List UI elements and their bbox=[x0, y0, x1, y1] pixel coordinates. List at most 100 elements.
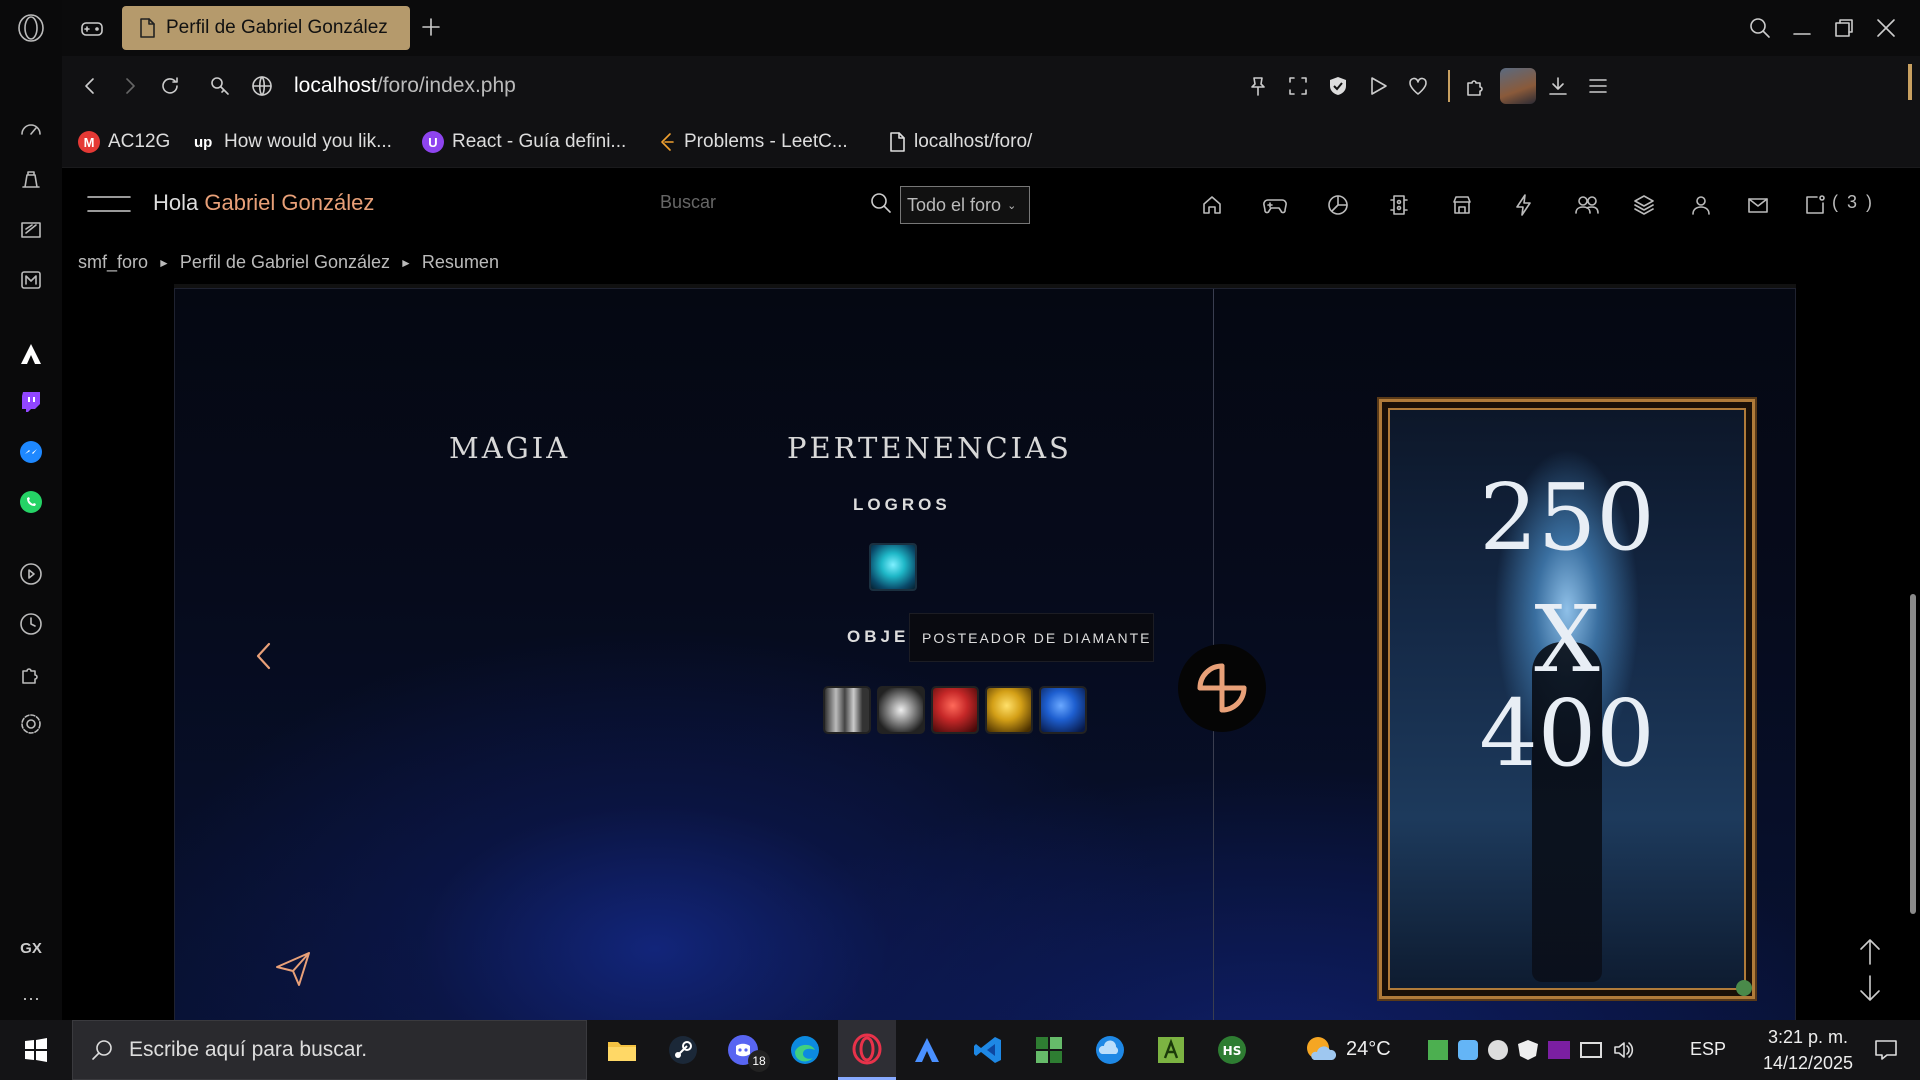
tray-onedrive-icon[interactable] bbox=[1458, 1040, 1478, 1060]
mail-icon[interactable] bbox=[1743, 190, 1773, 220]
scroll-down-icon[interactable] bbox=[1856, 974, 1884, 1004]
url-field[interactable]: localhost/foro/index.php bbox=[294, 74, 516, 98]
search-scope-value: Todo el foro bbox=[907, 194, 1002, 215]
tab-active[interactable]: Perfil de Gabriel González bbox=[122, 6, 410, 50]
dice-icon[interactable] bbox=[1384, 190, 1414, 220]
messenger-icon[interactable] bbox=[15, 436, 47, 468]
more-icon[interactable]: ··· bbox=[15, 982, 47, 1014]
stats-icon[interactable] bbox=[1323, 190, 1353, 220]
weather-widget[interactable]: 24°C bbox=[1304, 1034, 1391, 1064]
speed-dial-icon[interactable] bbox=[15, 114, 47, 146]
blue-gem-item-icon[interactable] bbox=[1039, 686, 1087, 734]
new-tab-icon[interactable] bbox=[418, 14, 444, 40]
gamepad-icon[interactable] bbox=[78, 14, 106, 42]
claw-item-icon[interactable] bbox=[823, 686, 871, 734]
search-tabs-icon[interactable] bbox=[1744, 12, 1776, 44]
extensions-toolbar-icon[interactable] bbox=[1460, 70, 1492, 102]
terminal-app-icon[interactable] bbox=[1149, 1030, 1193, 1070]
quick-action-button[interactable] bbox=[1178, 644, 1266, 732]
cloud-app-icon[interactable] bbox=[1088, 1030, 1132, 1070]
breadcrumb-item[interactable]: smf_foro bbox=[78, 252, 148, 273]
restore-icon[interactable] bbox=[1828, 12, 1860, 44]
twitch-icon[interactable] bbox=[15, 386, 47, 418]
extensions-icon[interactable] bbox=[15, 658, 47, 690]
bookmark-react[interactable]: U React - Guía defini... bbox=[422, 126, 626, 158]
achievement-badge[interactable] bbox=[869, 543, 917, 591]
start-icon[interactable] bbox=[14, 1030, 58, 1070]
menu-icon[interactable] bbox=[1582, 70, 1614, 102]
breadcrumb-item[interactable]: Resumen bbox=[422, 252, 499, 273]
gold-gem-item-icon[interactable] bbox=[985, 686, 1033, 734]
gamepad-nav-icon[interactable] bbox=[1260, 190, 1290, 220]
steam-icon[interactable] bbox=[661, 1030, 705, 1070]
taskbar-search[interactable]: Escribe aquí para buscar. bbox=[72, 1020, 587, 1080]
layers-icon[interactable] bbox=[1629, 190, 1659, 220]
user-name[interactable]: Gabriel González bbox=[204, 190, 374, 215]
resize-handle[interactable] bbox=[1736, 980, 1752, 996]
aria-app-icon[interactable] bbox=[905, 1030, 949, 1070]
m-app-icon[interactable] bbox=[15, 264, 47, 296]
red-gem-item-icon[interactable] bbox=[931, 686, 979, 734]
scroll-up-icon[interactable] bbox=[1856, 936, 1884, 966]
clock[interactable]: 3:21 p. m. 14/12/2025 bbox=[1738, 1024, 1878, 1076]
tray-wd-icon[interactable] bbox=[1548, 1041, 1570, 1059]
avatar[interactable] bbox=[1500, 68, 1536, 104]
pin-icon[interactable] bbox=[1242, 70, 1274, 102]
back-icon[interactable] bbox=[74, 70, 106, 102]
bookmark-label: Problems - LeetC... bbox=[684, 131, 848, 152]
aria-icon[interactable] bbox=[15, 338, 47, 370]
opera-logo-icon[interactable] bbox=[15, 12, 47, 44]
heart-icon[interactable] bbox=[1402, 70, 1434, 102]
store-icon[interactable] bbox=[1447, 190, 1477, 220]
cards-icon[interactable] bbox=[15, 214, 47, 246]
reload-icon[interactable] bbox=[154, 70, 186, 102]
player-icon[interactable] bbox=[15, 558, 47, 590]
whatsapp-icon[interactable] bbox=[15, 486, 47, 518]
snapshot-icon[interactable] bbox=[1282, 70, 1314, 102]
stack-icon[interactable] bbox=[15, 164, 47, 196]
opera-gx-icon[interactable] bbox=[838, 1020, 896, 1080]
bookmark-localhost[interactable]: localhost/foro/ bbox=[888, 126, 1032, 158]
notification-count[interactable]: ( 3 ) bbox=[1832, 192, 1874, 213]
search-icon[interactable] bbox=[868, 190, 894, 216]
tray-display-icon[interactable] bbox=[1580, 1042, 1602, 1058]
bookmark-leetcode[interactable]: Problems - LeetC... bbox=[658, 126, 848, 158]
site-security-icon[interactable] bbox=[204, 70, 236, 102]
download-icon[interactable] bbox=[1542, 70, 1574, 102]
discord-icon[interactable]: 18 bbox=[722, 1030, 770, 1072]
tray-app-icon[interactable] bbox=[1428, 1040, 1448, 1060]
scroll-item-icon[interactable] bbox=[877, 686, 925, 734]
minimize-icon[interactable] bbox=[1786, 12, 1818, 44]
members-icon[interactable] bbox=[1572, 190, 1602, 220]
hamburger-icon[interactable] bbox=[86, 194, 132, 214]
home-icon[interactable] bbox=[1197, 190, 1227, 220]
send-icon[interactable] bbox=[1362, 70, 1394, 102]
edge-icon[interactable] bbox=[783, 1030, 827, 1070]
scrollbar-thumb[interactable] bbox=[1910, 594, 1916, 914]
file-explorer-icon[interactable] bbox=[600, 1030, 644, 1070]
settings-icon[interactable] bbox=[15, 708, 47, 740]
profile-icon[interactable] bbox=[1686, 190, 1716, 220]
hs-app-icon[interactable]: HS bbox=[1210, 1030, 1254, 1070]
adblock-icon[interactable] bbox=[1322, 70, 1354, 102]
notifications-icon[interactable] bbox=[1800, 190, 1830, 220]
notification-center-icon[interactable] bbox=[1864, 1030, 1908, 1070]
previous-arrow-icon[interactable] bbox=[253, 639, 275, 673]
close-icon[interactable] bbox=[1870, 12, 1902, 44]
search-input[interactable]: Buscar bbox=[660, 192, 860, 218]
lightning-icon[interactable] bbox=[1509, 190, 1539, 220]
volume-icon[interactable] bbox=[1612, 1040, 1634, 1060]
bookmark-upwork[interactable]: up How would you lik... bbox=[194, 126, 392, 158]
keyboard-language[interactable]: ESP bbox=[1690, 1039, 1726, 1060]
history-icon[interactable] bbox=[15, 608, 47, 640]
forward-icon[interactable] bbox=[114, 70, 146, 102]
app-grid-icon[interactable] bbox=[1027, 1030, 1071, 1070]
send-message-icon[interactable] bbox=[273, 949, 313, 989]
breadcrumb-item[interactable]: Perfil de Gabriel González bbox=[180, 252, 390, 273]
bookmark-ac12g[interactable]: M AC12G bbox=[78, 126, 170, 158]
tray-shield-icon[interactable] bbox=[1518, 1040, 1538, 1060]
search-scope-select[interactable]: Todo el foro ⌄ bbox=[900, 186, 1030, 224]
gx-label[interactable]: GX bbox=[15, 932, 47, 964]
tray-discord-icon[interactable] bbox=[1488, 1040, 1508, 1060]
vscode-icon[interactable] bbox=[966, 1030, 1010, 1070]
